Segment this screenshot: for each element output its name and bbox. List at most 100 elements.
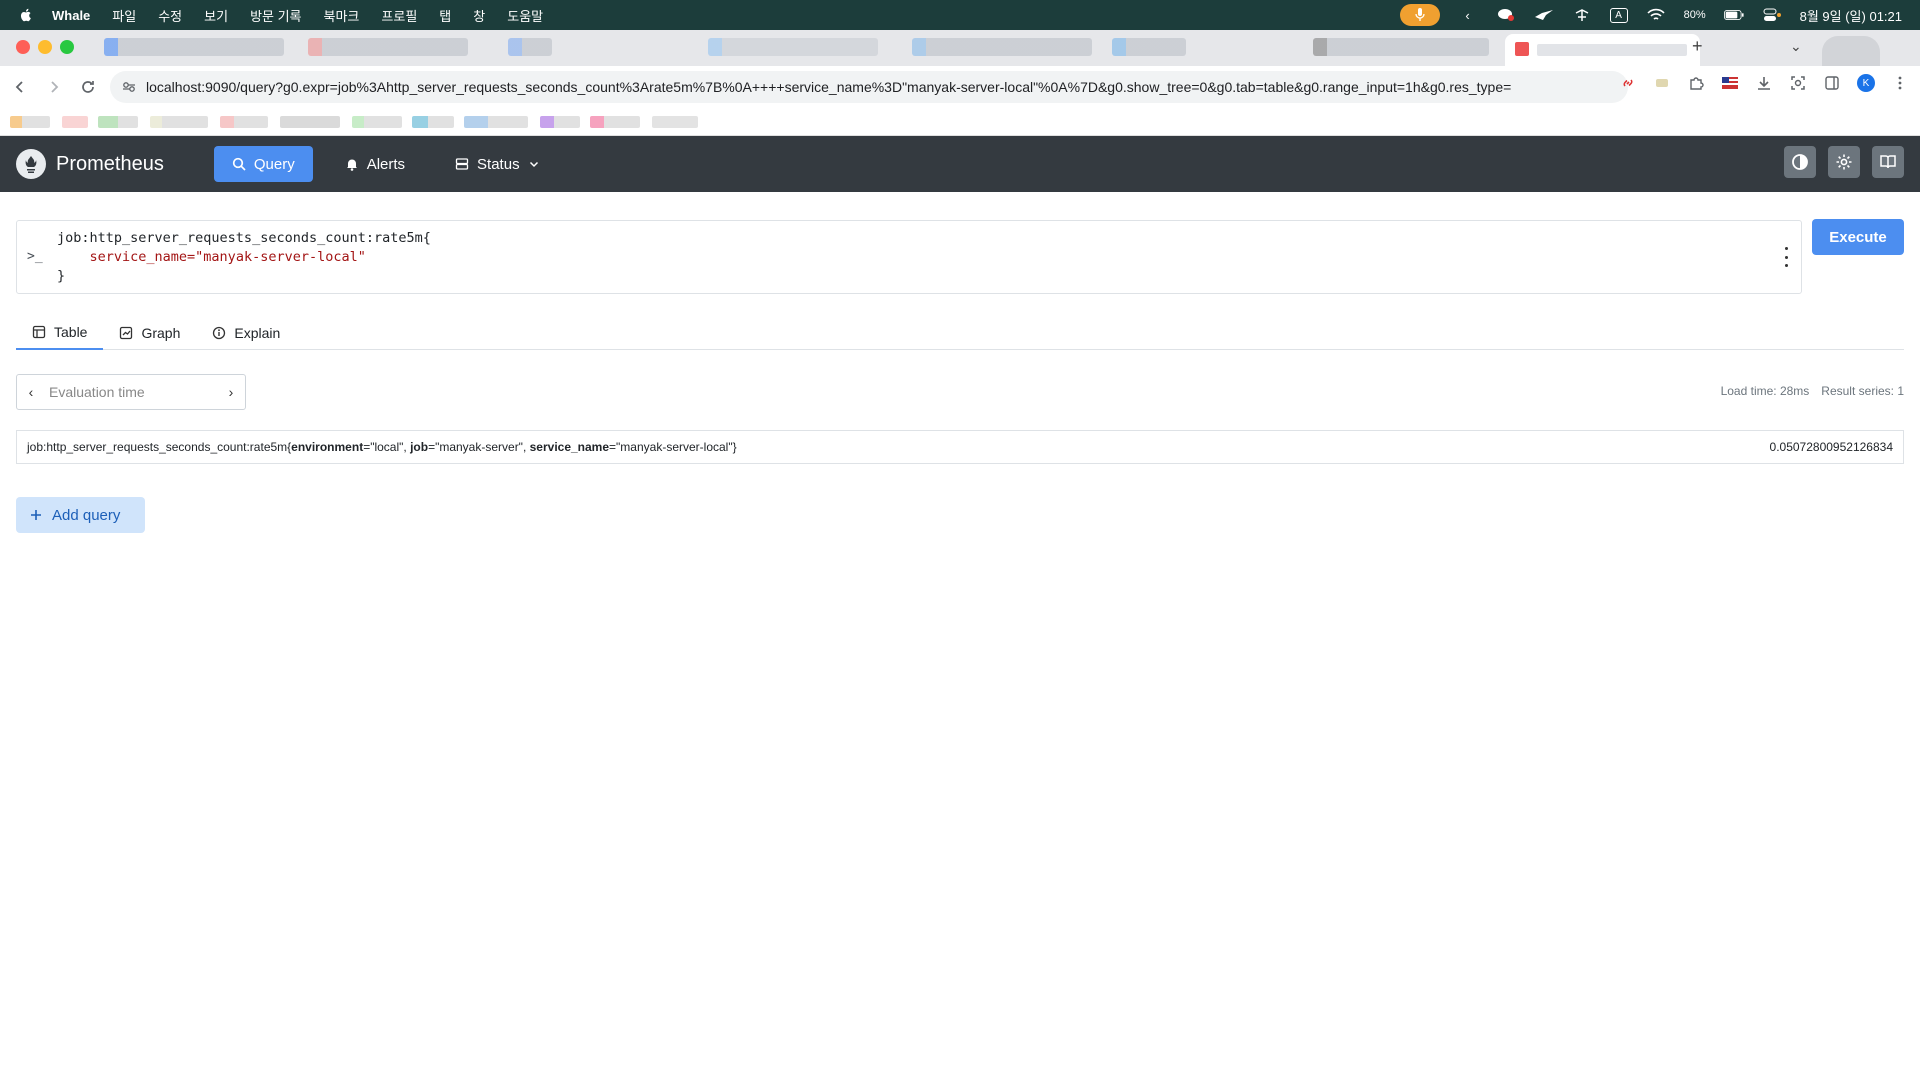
browser-tab[interactable] [1313,38,1489,56]
tab-graph[interactable]: Graph [103,316,196,350]
query-line-2-indent [57,249,90,265]
nav-query[interactable]: Query [213,146,313,182]
docs-button[interactable] [1872,146,1904,178]
bookmark-item[interactable] [280,116,340,128]
browser-tab[interactable] [912,38,1092,56]
apple-icon[interactable] [18,7,34,23]
extension-cookie-icon[interactable] [1652,73,1672,93]
table-icon [32,325,46,339]
tab-search-chevron-icon[interactable]: ⌄ [1790,38,1802,55]
bookmark-item[interactable] [652,116,698,128]
macos-menubar: Whale 파일 수정 보기 방문 기록 북마크 프로필 탭 창 도움말 ‹ A… [0,0,1920,30]
screenshot-icon[interactable] [1788,73,1808,93]
tab-table[interactable]: Table [16,316,104,350]
window-minimize-button[interactable] [38,40,52,54]
battery-icon[interactable] [1723,7,1744,23]
browser-tab[interactable] [708,38,878,56]
forward-icon[interactable] [40,73,68,101]
menubar-clock[interactable]: 8월 9일 (일) 01:21 [1800,6,1902,25]
menu-view[interactable]: 보기 [204,6,228,25]
label-key: job [410,440,429,454]
bookmark-item[interactable] [98,116,138,128]
menu-history[interactable]: 방문 기록 [250,6,301,25]
menu-file[interactable]: 파일 [112,6,136,25]
menu-bookmarks[interactable]: 북마크 [324,6,360,25]
bookmark-item[interactable] [150,116,208,128]
bookmark-item[interactable] [220,116,268,128]
query-expression[interactable]: job:http_server_requests_seconds_count:r… [57,229,431,286]
window-zoom-button[interactable] [60,40,74,54]
plus-icon [31,510,41,520]
nav-query-label: Query [253,155,295,173]
nav-alerts-label: Alerts [366,155,406,173]
result-tabs: Table Graph Explain [16,316,1904,350]
gear-icon [1836,154,1852,170]
evaluation-time-input[interactable]: Evaluation time [45,384,217,400]
book-icon [1880,155,1896,169]
profile-avatar[interactable]: K [1856,73,1876,93]
bookmark-item[interactable] [62,116,88,128]
bird-icon[interactable] [1534,7,1554,23]
bookmark-item[interactable] [352,116,402,128]
search-icon [232,157,246,171]
microphone-indicator[interactable] [1399,4,1440,26]
theme-toggle-button[interactable] [1784,146,1816,178]
bookmark-item[interactable] [590,116,640,128]
result-series-label: job:http_server_requests_seconds_count:r… [27,440,737,454]
menu-profile[interactable]: 프로필 [381,6,417,25]
nav-status[interactable]: Status [437,146,558,182]
browser-tab[interactable] [308,38,468,56]
profile-initial: K [1857,74,1875,92]
download-icon[interactable] [1754,73,1774,93]
menu-tab[interactable]: 탭 [439,6,451,25]
bookmark-item[interactable] [10,116,50,128]
more-menu-icon[interactable] [1890,73,1910,93]
query-editor[interactable]: >_ job:http_server_requests_seconds_coun… [16,220,1802,294]
site-info-icon[interactable] [122,80,136,94]
chat-icon[interactable] [1496,7,1516,23]
profile-tab-avatar[interactable] [1822,36,1880,66]
chevron-left-icon[interactable]: ‹ [1458,7,1478,23]
bell-icon [346,159,357,171]
back-icon[interactable] [6,73,34,101]
menu-help[interactable]: 도움말 [507,6,543,25]
add-query-button[interactable]: Add query [16,497,145,533]
wifi-icon[interactable] [1646,7,1666,23]
input-source-icon[interactable]: A [1609,7,1628,23]
nav-status-label: Status [477,155,520,173]
reload-icon[interactable] [74,73,102,101]
query-options-kebab-icon[interactable] [1783,247,1789,267]
label-key: service_name [529,440,610,454]
bookmark-item[interactable] [540,116,580,128]
browser-tab-active[interactable] [1505,34,1700,66]
bookmark-item[interactable] [464,116,528,128]
menu-window[interactable]: 창 [473,6,485,25]
eval-prev-chevron-icon[interactable]: ‹ [17,384,45,400]
browser-tab[interactable] [1112,38,1186,56]
tab-explain[interactable]: Explain [196,316,296,350]
link-icon[interactable] [1618,73,1638,93]
menu-edit[interactable]: 수정 [158,6,182,25]
bookmark-item[interactable] [412,116,454,128]
sidebar-icon[interactable] [1822,73,1842,93]
address-bar[interactable]: localhost:9090/query?g0.expr=job%3Ahttp_… [110,71,1628,103]
tab-graph-label: Graph [141,325,181,341]
execute-button[interactable]: Execute [1812,219,1904,255]
window-close-button[interactable] [16,40,30,54]
new-tab-plus-icon[interactable]: + [1692,36,1703,57]
puzzle-icon[interactable] [1686,73,1706,93]
settings-button[interactable] [1828,146,1860,178]
flag-icon[interactable] [1720,73,1740,93]
control-center-icon[interactable] [1762,7,1782,23]
browser-tab[interactable] [508,38,552,56]
eval-next-chevron-icon[interactable]: › [217,384,245,400]
server-icon [455,158,469,170]
chevron-down-icon [529,161,538,168]
nav-alerts[interactable]: Alerts [327,146,423,182]
brand[interactable]: Prometheus [16,149,164,179]
query-line-1: job:http_server_requests_seconds_count:r… [57,230,431,246]
label-value: ="manyak-server-local"} [609,440,737,454]
airdrop-icon[interactable] [1572,7,1592,23]
menu-app-name[interactable]: Whale [52,8,90,23]
browser-tab[interactable] [104,38,284,56]
